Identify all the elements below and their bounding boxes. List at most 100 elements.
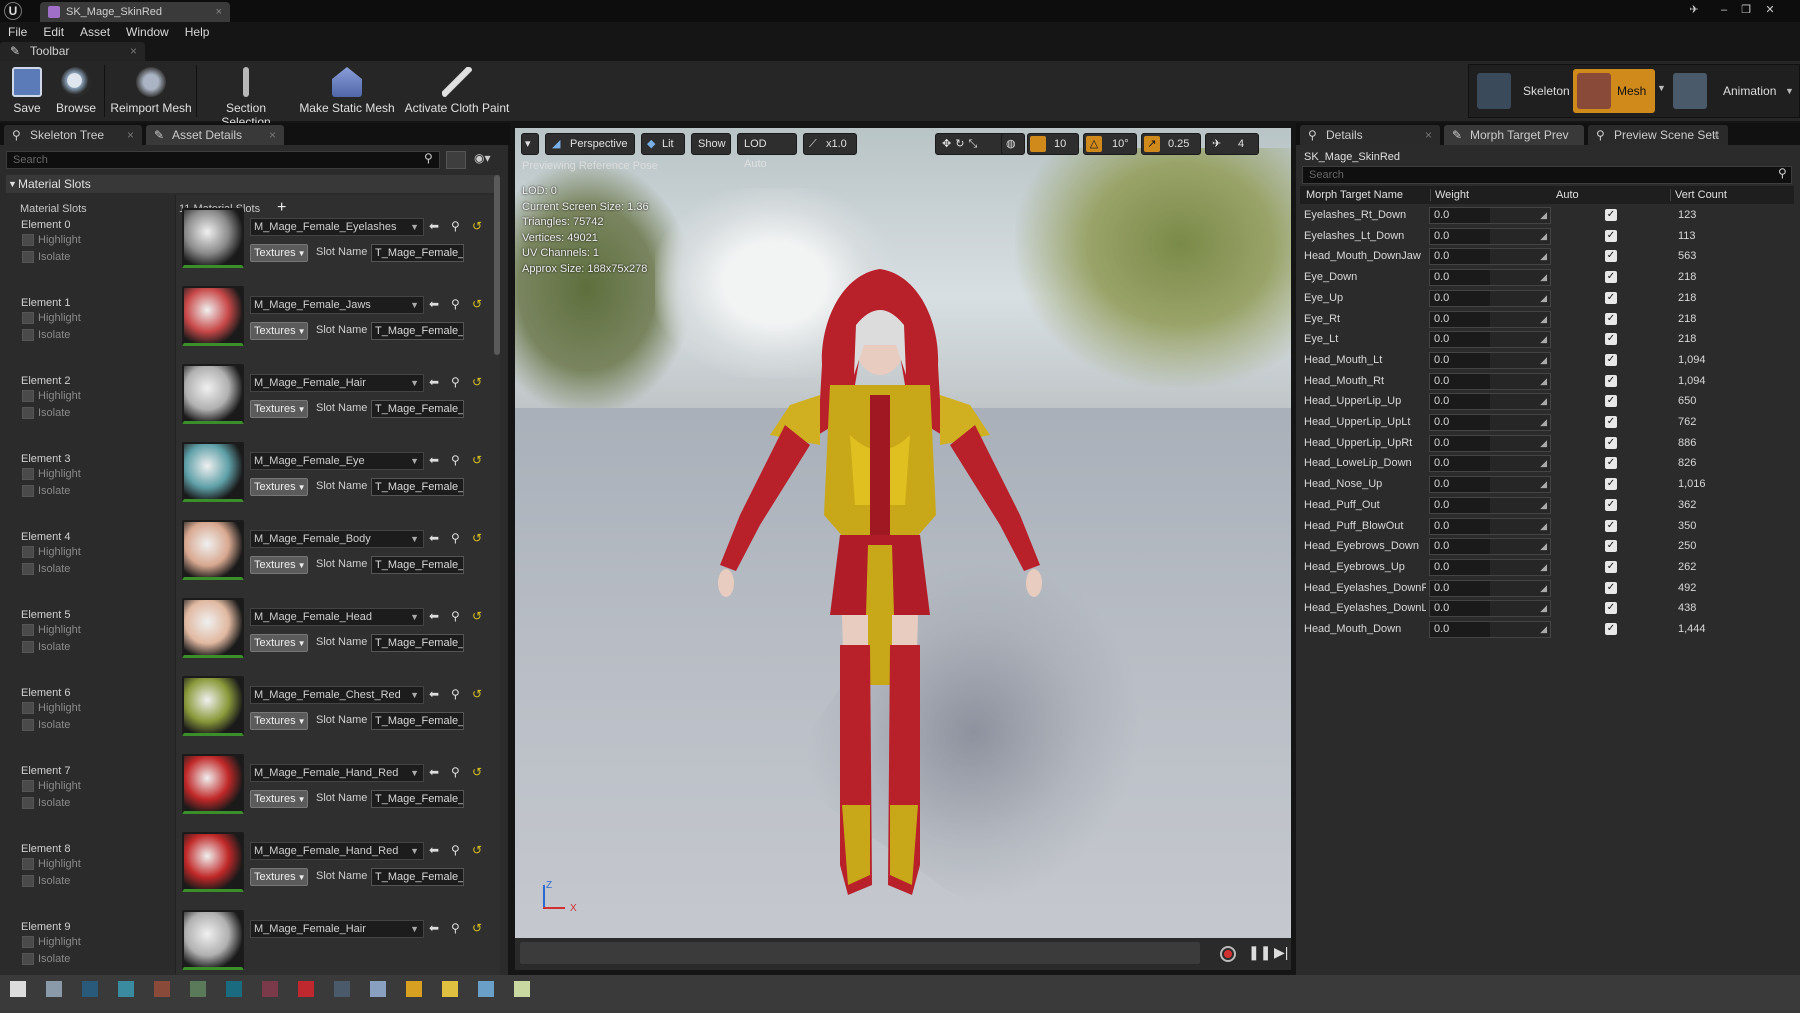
close-preview-scene-icon[interactable]: × — [1713, 125, 1720, 145]
reset-icon[interactable]: ↺ — [472, 609, 482, 623]
auto-checkbox[interactable]: ✓ — [1605, 602, 1617, 615]
morph-weight-slider[interactable]: 0.0 ◢ — [1429, 372, 1551, 390]
material-thumbnail[interactable] — [182, 754, 244, 814]
reset-icon[interactable]: ↺ — [472, 843, 482, 857]
auto-checkbox[interactable]: ✓ — [1605, 312, 1617, 325]
taskbar-app-icon[interactable] — [262, 981, 278, 997]
browse-material-icon[interactable]: ⚲ — [451, 531, 460, 545]
slot-name-input[interactable]: T_Mage_Female_I — [371, 556, 464, 574]
highlight-checkbox[interactable] — [22, 390, 34, 402]
material-thumbnail[interactable] — [182, 286, 244, 346]
isolate-checkbox[interactable] — [22, 407, 34, 419]
toolbar-tab[interactable]: ✎ Toolbar × — [0, 42, 145, 61]
taskbar-app-icon[interactable] — [514, 981, 530, 997]
highlight-checkbox[interactable] — [22, 312, 34, 324]
scale-snap-toggle[interactable]: ↗ 0.25 — [1141, 133, 1201, 155]
perspective-button[interactable]: ◢ Perspective — [545, 133, 635, 155]
textures-dropdown[interactable]: Textures ▼ — [250, 712, 308, 730]
tab-asset-details[interactable]: ✎ Asset Details × — [146, 125, 284, 145]
morph-row[interactable]: Head_Mouth_Down 0.0 ◢ ✓ 1,444 — [1300, 620, 1794, 640]
browse-material-icon[interactable]: ⚲ — [451, 609, 460, 623]
menu-window[interactable]: Window — [118, 22, 177, 42]
auto-checkbox[interactable]: ✓ — [1605, 271, 1617, 284]
viewport-options-button[interactable]: ▾ — [521, 133, 539, 155]
auto-checkbox[interactable]: ✓ — [1605, 540, 1617, 553]
textures-dropdown[interactable]: Textures ▼ — [250, 634, 308, 652]
close-tab-icon[interactable]: × — [216, 2, 222, 22]
record-button[interactable] — [1220, 946, 1236, 962]
reset-icon[interactable]: ↺ — [472, 531, 482, 545]
auto-checkbox[interactable]: ✓ — [1605, 498, 1617, 511]
highlight-checkbox[interactable] — [22, 624, 34, 636]
morph-weight-slider[interactable]: 0.0 ◢ — [1429, 496, 1551, 514]
reset-icon[interactable]: ↺ — [472, 219, 482, 233]
browse-material-icon[interactable]: ⚲ — [451, 453, 460, 467]
material-thumbnail[interactable] — [182, 676, 244, 736]
mode-mesh[interactable]: Mesh — [1573, 69, 1655, 113]
taskbar-app-icon[interactable] — [154, 981, 170, 997]
morph-weight-slider[interactable]: 0.0 ◢ — [1429, 455, 1551, 473]
browse-material-icon[interactable]: ⚲ — [451, 687, 460, 701]
morph-row[interactable]: Head_Mouth_Lt 0.0 ◢ ✓ 1,094 — [1300, 351, 1794, 371]
isolate-checkbox[interactable] — [22, 953, 34, 965]
grid-snap-toggle[interactable]: 10 — [1027, 133, 1079, 155]
scale-icon[interactable]: ⤡ — [968, 138, 981, 150]
isolate-checkbox[interactable] — [22, 797, 34, 809]
reset-icon[interactable]: ↺ — [472, 453, 482, 467]
use-selected-icon[interactable]: ⬅ — [429, 453, 439, 467]
morph-row[interactable]: Head_Eyelashes_DownR 0.0 ◢ ✓ 492 — [1300, 579, 1794, 599]
auto-checkbox[interactable]: ✓ — [1605, 436, 1617, 449]
highlight-checkbox[interactable] — [22, 468, 34, 480]
reset-icon[interactable]: ↺ — [472, 297, 482, 311]
morph-row[interactable]: Head_Mouth_Rt 0.0 ◢ ✓ 1,094 — [1300, 372, 1794, 392]
morph-weight-slider[interactable]: 0.0 ◢ — [1429, 269, 1551, 287]
playback-speed-button[interactable]: ⟋ x1.0 — [803, 133, 857, 155]
reimport-mesh-button[interactable]: Reimport Mesh — [108, 63, 194, 119]
isolate-checkbox[interactable] — [22, 875, 34, 887]
use-selected-icon[interactable]: ⬅ — [429, 843, 439, 857]
slot-name-input[interactable]: T_Mage_Female_I — [371, 478, 464, 496]
browse-material-icon[interactable]: ⚲ — [451, 375, 460, 389]
slot-name-input[interactable]: T_Mage_Female_I — [371, 400, 464, 418]
morph-row[interactable]: Head_UpperLip_Up 0.0 ◢ ✓ 650 — [1300, 392, 1794, 412]
auto-checkbox[interactable]: ✓ — [1605, 519, 1617, 532]
make-static-mesh-button[interactable]: Make Static Mesh — [298, 63, 396, 119]
lod-auto-button[interactable]: LOD Auto — [737, 133, 797, 170]
browse-button[interactable]: Browse — [54, 63, 98, 119]
taskbar-app-icon[interactable] — [82, 981, 98, 997]
morph-row[interactable]: Head_LoweLip_Down 0.0 ◢ ✓ 826 — [1300, 454, 1794, 474]
morph-row[interactable]: Head_UpperLip_UpLt 0.0 ◢ ✓ 762 — [1300, 413, 1794, 433]
use-selected-icon[interactable]: ⬅ — [429, 921, 439, 935]
taskbar-app-icon[interactable] — [442, 981, 458, 997]
highlight-checkbox[interactable] — [22, 858, 34, 870]
auto-checkbox[interactable]: ✓ — [1605, 250, 1617, 263]
material-dropdown[interactable]: M_Mage_Female_Jaws ▼ — [250, 296, 424, 314]
textures-dropdown[interactable]: Textures ▼ — [250, 478, 308, 496]
browse-material-icon[interactable]: ⚲ — [451, 297, 460, 311]
taskbar-app-icon[interactable] — [118, 981, 134, 997]
auto-checkbox[interactable]: ✓ — [1605, 560, 1617, 573]
taskbar-app-icon[interactable] — [406, 981, 422, 997]
isolate-checkbox[interactable] — [22, 641, 34, 653]
auto-checkbox[interactable]: ✓ — [1605, 478, 1617, 491]
morph-row[interactable]: Head_Eyebrows_Up 0.0 ◢ ✓ 262 — [1300, 558, 1794, 578]
textures-dropdown[interactable]: Textures ▼ — [250, 556, 308, 574]
morph-weight-slider[interactable]: 0.0 ◢ — [1429, 476, 1551, 494]
auto-checkbox[interactable]: ✓ — [1605, 623, 1617, 635]
auto-checkbox[interactable]: ✓ — [1605, 229, 1617, 242]
textures-dropdown[interactable]: Textures ▼ — [250, 244, 308, 262]
morph-weight-slider[interactable]: 0.0 ◢ — [1429, 227, 1551, 245]
use-selected-icon[interactable]: ⬅ — [429, 687, 439, 701]
material-dropdown[interactable]: M_Mage_Female_Hand_Red ▼ — [250, 842, 424, 860]
col-morph-name[interactable]: Morph Target Name — [1306, 189, 1403, 201]
material-dropdown[interactable]: M_Mage_Female_Hand_Red ▼ — [250, 764, 424, 782]
material-thumbnail[interactable] — [182, 910, 244, 970]
morph-row[interactable]: Eyelashes_Rt_Down 0.0 ◢ ✓ 123 — [1300, 206, 1794, 226]
isolate-checkbox[interactable] — [22, 563, 34, 575]
notification-icon[interactable]: ✈ — [1686, 3, 1702, 17]
auto-checkbox[interactable]: ✓ — [1605, 395, 1617, 408]
morph-row[interactable]: Eye_Rt 0.0 ◢ ✓ 218 — [1300, 310, 1794, 330]
left-panel-scrollbar[interactable] — [494, 175, 500, 355]
close-skeleton-tree-icon[interactable]: × — [127, 125, 134, 145]
rotate-icon[interactable]: ↻ — [955, 138, 968, 150]
